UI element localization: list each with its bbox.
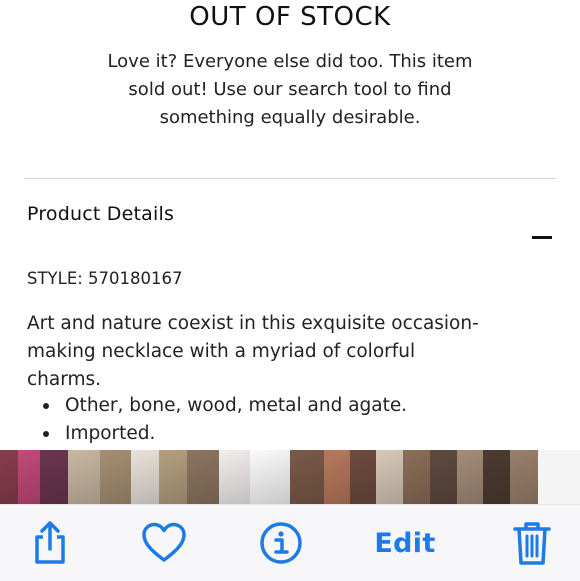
photo-thumbnail[interactable] (250, 450, 290, 504)
product-bullets: Other, bone, wood, metal and agate. Impo… (27, 392, 407, 448)
description-line: making necklace with a myriad of colorfu… (27, 341, 416, 362)
photo-thumbnail[interactable] (457, 450, 483, 504)
delete-button[interactable] (510, 521, 554, 565)
photo-thumbnail[interactable] (403, 450, 430, 504)
out-of-stock-message: Love it? Everyone else did too. This ite… (60, 48, 520, 132)
out-of-stock-message-line: Love it? Everyone else did too. This ite… (107, 51, 473, 72)
share-icon (35, 521, 65, 564)
heart-icon (142, 522, 186, 562)
info-icon (260, 522, 302, 564)
product-details-heading[interactable]: Product Details (27, 203, 174, 225)
description-line: Art and nature coexist in this exquisite… (27, 313, 479, 334)
product-description: Art and nature coexist in this exquisite… (27, 310, 557, 394)
description-line: charms. (27, 369, 102, 390)
bullet-item: Imported. (27, 420, 407, 448)
style-number: STYLE: 570180167 (27, 269, 183, 288)
photo-thumbnail[interactable] (510, 450, 538, 504)
edit-label: Edit (374, 527, 436, 559)
photo-thumbnail[interactable] (350, 450, 376, 504)
photo-thumbnail[interactable] (40, 450, 68, 504)
out-of-stock-message-line: something equally desirable. (159, 107, 421, 128)
bottom-toolbar: Edit (0, 504, 580, 581)
bullet-item: Other, bone, wood, metal and agate. (27, 392, 407, 420)
minus-icon[interactable] (532, 236, 552, 239)
photo-thumbnail[interactable] (324, 450, 350, 504)
section-divider (24, 178, 556, 179)
share-button[interactable] (28, 521, 72, 565)
favorite-button[interactable] (140, 521, 188, 565)
product-page: OUT OF STOCK Love it? Everyone else did … (0, 0, 580, 581)
photo-thumbnail-strip[interactable] (0, 450, 580, 504)
out-of-stock-message-line: sold out! Use our search tool to find (128, 79, 452, 100)
photo-thumbnail[interactable] (0, 450, 18, 504)
trash-icon (513, 522, 551, 565)
photo-thumbnail[interactable] (219, 450, 250, 504)
photo-thumbnail[interactable] (68, 450, 100, 504)
photo-thumbnail[interactable] (430, 450, 457, 504)
photo-thumbnail[interactable] (18, 450, 40, 504)
photo-thumbnail[interactable] (290, 450, 324, 504)
photo-thumbnail[interactable] (187, 450, 219, 504)
photo-thumbnail[interactable] (100, 450, 131, 504)
photo-thumbnail[interactable] (159, 450, 187, 504)
info-button[interactable] (258, 521, 304, 565)
photo-thumbnail[interactable] (131, 450, 159, 504)
photo-thumbnail[interactable] (483, 450, 510, 504)
out-of-stock-title: OUT OF STOCK (189, 2, 391, 32)
photo-thumbnail[interactable] (376, 450, 403, 504)
edit-button[interactable]: Edit (372, 521, 438, 565)
